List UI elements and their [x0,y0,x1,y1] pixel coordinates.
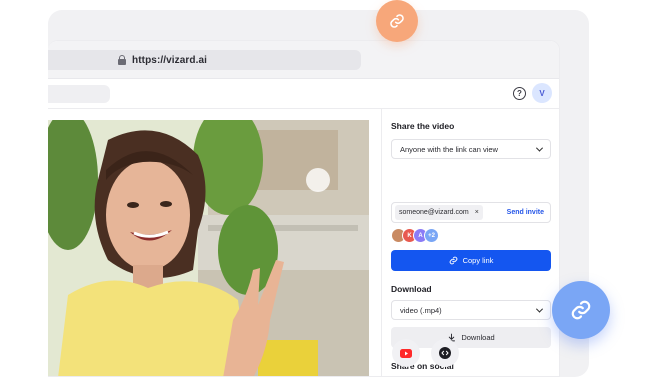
chevron-down-icon [535,305,544,313]
invite-field[interactable]: someone@vizard.com × Send invite [391,202,551,223]
code-embed-icon [439,347,451,359]
browser-window: https://vizard.ai ? V Share the video An… [48,40,560,377]
app-toolbar: ? V [48,79,559,109]
user-avatar[interactable]: V [532,83,552,103]
copy-link-label: Copy link [462,256,494,265]
email-chip-text: someone@vizard.com [399,209,469,216]
lock-icon [118,55,126,65]
copy-link-button[interactable]: Copy link [391,250,551,271]
link-icon [449,256,457,265]
format-select[interactable]: video (.mp4) [391,300,551,320]
format-select-value: video (.mp4) [400,305,442,315]
send-invite-button[interactable]: Send invite [507,209,544,216]
chevron-down-icon [535,144,544,152]
email-chip: someone@vizard.com × [395,205,483,220]
question-circle-icon[interactable]: ? [513,87,526,100]
share-title: Share the video [391,121,455,131]
access-select-value: Anyone with the link can view [400,144,498,154]
download-label: Download [461,333,495,342]
video-preview[interactable] [48,120,369,376]
floating-link-badge-orange [376,0,418,42]
link-icon [390,14,404,28]
url-text: https://vizard.ai [132,54,208,66]
address-bar[interactable]: https://vizard.ai [48,50,361,70]
download-title: Download [391,284,432,294]
youtube-share-button[interactable] [392,339,420,367]
toolbar-pill[interactable] [48,85,110,103]
collaborator-avatars: K A +2 [391,228,439,243]
chip-remove-icon[interactable]: × [475,209,479,216]
video-frame-illustration [48,120,369,376]
youtube-icon [400,348,412,358]
link-icon [571,300,591,320]
collaborator-more-count: +2 [424,228,439,243]
embed-share-button[interactable] [431,339,459,367]
share-panel: Share the video Anyone with the link can… [381,109,559,376]
browser-titlebar: https://vizard.ai [48,41,559,79]
stage: https://vizard.ai ? V Share the video An… [0,0,660,377]
access-select[interactable]: Anyone with the link can view [391,139,551,159]
floating-link-badge-blue [552,281,610,339]
